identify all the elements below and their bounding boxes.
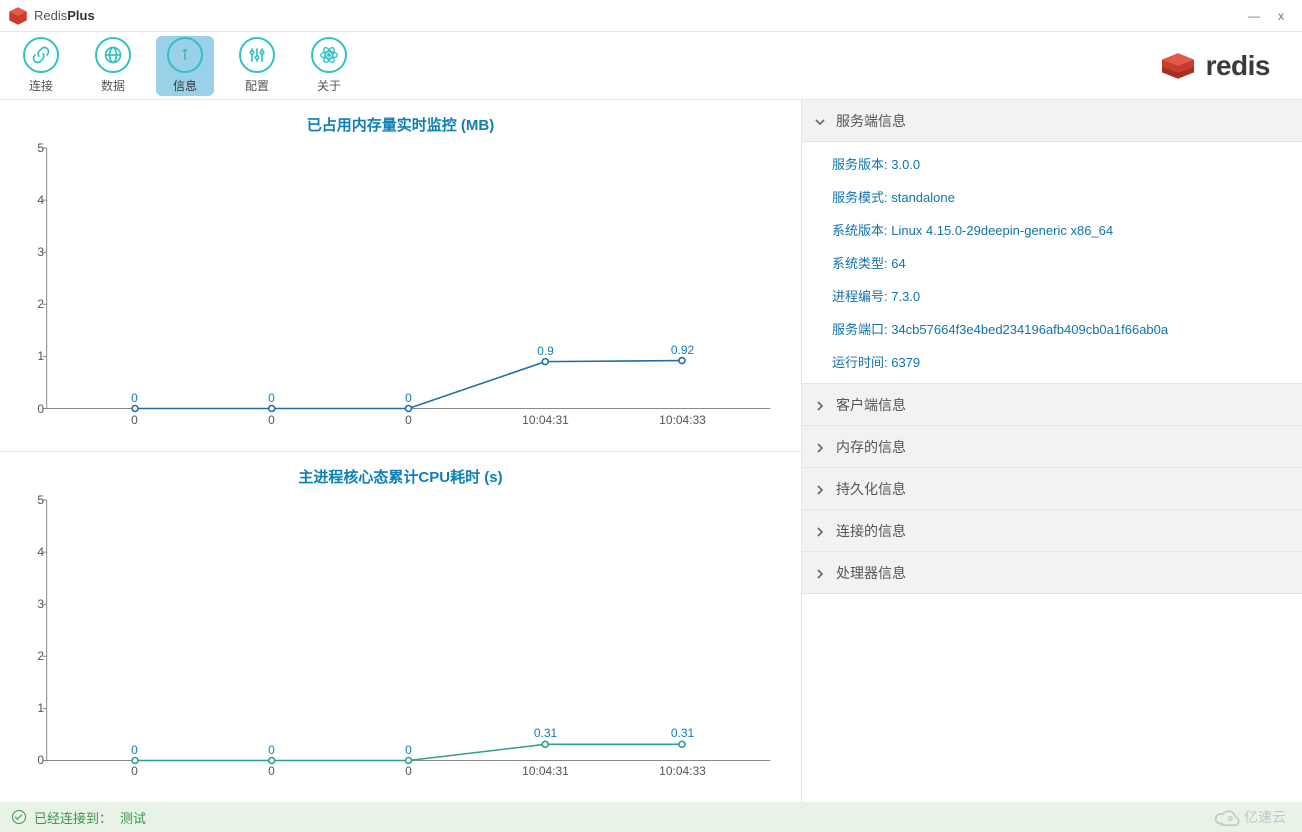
- redis-logo: redis: [1158, 50, 1290, 82]
- accordion-header-server-info[interactable]: 服务端信息: [802, 100, 1302, 142]
- chevron-right-icon: [814, 441, 826, 453]
- watermark-text: 亿速云: [1244, 807, 1286, 827]
- status-bar: 已经连接到： 测试: [0, 802, 1302, 832]
- accordion-label: 客户端信息: [836, 395, 906, 415]
- info-line: 运行时间: 6379: [832, 352, 1302, 371]
- chevron-right-icon: [814, 567, 826, 579]
- app-title: RedisPlus: [34, 8, 95, 23]
- watermark: 亿速云: [1214, 804, 1286, 830]
- toolbar-label: 连接: [29, 77, 53, 94]
- atom-icon: [311, 37, 347, 73]
- accordion-body-server-info: 服务版本: 3.0.0 服务模式: standalone 系统版本: Linux…: [802, 142, 1302, 384]
- cpu-chart: 主进程核心态累计CPU耗时 (s) 01234500010:04:3110:04…: [0, 451, 801, 803]
- accordion-label: 内存的信息: [836, 437, 906, 457]
- app-title-left: Redis: [34, 8, 67, 23]
- chevron-down-icon: [814, 115, 826, 127]
- titlebar: RedisPlus — x: [0, 0, 1302, 32]
- charts-panel: 已占用内存量实时监控 (MB) 01234500010:04:3110:04:3…: [0, 100, 802, 802]
- accordion-header-processor-info[interactable]: 处理器信息: [802, 552, 1302, 594]
- globe-icon: [95, 37, 131, 73]
- toolbar-item-about[interactable]: 关于: [300, 36, 358, 96]
- toolbar-label: 信息: [173, 77, 197, 94]
- status-target: 测试: [120, 808, 146, 827]
- accordion-label: 持久化信息: [836, 479, 906, 499]
- chevron-right-icon: [814, 399, 826, 411]
- info-line: 系统类型: 64: [832, 253, 1302, 272]
- chevron-right-icon: [814, 483, 826, 495]
- sliders-icon: [239, 37, 275, 73]
- chevron-right-icon: [814, 525, 826, 537]
- toolbar-item-info[interactable]: 信息: [156, 36, 214, 96]
- app-icon: [8, 6, 28, 26]
- info-line: 系统版本: Linux 4.15.0-29deepin-generic x86_…: [832, 220, 1302, 239]
- info-line: 服务模式: standalone: [832, 187, 1302, 206]
- memory-chart: 已占用内存量实时监控 (MB) 01234500010:04:3110:04:3…: [0, 100, 801, 451]
- chart-title: 主进程核心态累计CPU耗时 (s): [8, 466, 793, 487]
- main-area: 已占用内存量实时监控 (MB) 01234500010:04:3110:04:3…: [0, 100, 1302, 802]
- close-button[interactable]: x: [1278, 9, 1284, 23]
- side-panel: 服务端信息 服务版本: 3.0.0 服务模式: standalone 系统版本:…: [802, 100, 1302, 802]
- toolbar-item-config[interactable]: 配置: [228, 36, 286, 96]
- window-controls: — x: [1248, 9, 1294, 23]
- chart-plot-area: 01234500010:04:3110:04:330000.310.31: [46, 500, 771, 761]
- toolbar-label: 配置: [245, 77, 269, 94]
- accordion-label: 服务端信息: [836, 111, 906, 131]
- accordion-header-memory-info[interactable]: 内存的信息: [802, 426, 1302, 468]
- info-line: 服务端口: 34cb57664f3e4bed234196afb409cb0a1f…: [832, 319, 1302, 338]
- info-icon: [167, 37, 203, 73]
- cloud-icon: [1214, 804, 1240, 830]
- info-line: 服务版本: 3.0.0: [832, 154, 1302, 173]
- toolbar: 连接 数据 信息 配置 关于 redis: [0, 32, 1302, 100]
- accordion-header-persistence-info[interactable]: 持久化信息: [802, 468, 1302, 510]
- status-prefix: 已经连接到：: [34, 808, 112, 827]
- link-icon: [23, 37, 59, 73]
- accordion-label: 处理器信息: [836, 563, 906, 583]
- accordion-header-connection-info[interactable]: 连接的信息: [802, 510, 1302, 552]
- redis-cube-icon: [1158, 50, 1198, 82]
- toolbar-label: 数据: [101, 77, 125, 94]
- redis-logo-text: redis: [1206, 50, 1270, 82]
- minimize-button[interactable]: —: [1248, 9, 1260, 23]
- toolbar-label: 关于: [317, 77, 341, 94]
- toolbar-item-data[interactable]: 数据: [84, 36, 142, 96]
- chart-title: 已占用内存量实时监控 (MB): [8, 114, 793, 135]
- app-title-right: Plus: [67, 8, 94, 23]
- accordion-header-client-info[interactable]: 客户端信息: [802, 384, 1302, 426]
- check-circle-icon: [12, 810, 26, 824]
- accordion-label: 连接的信息: [836, 521, 906, 541]
- chart-plot-area: 01234500010:04:3110:04:330000.90.92: [46, 148, 771, 409]
- toolbar-item-connect[interactable]: 连接: [12, 36, 70, 96]
- info-line: 进程编号: 7.3.0: [832, 286, 1302, 305]
- sidepanel-spacer: [802, 594, 1302, 802]
